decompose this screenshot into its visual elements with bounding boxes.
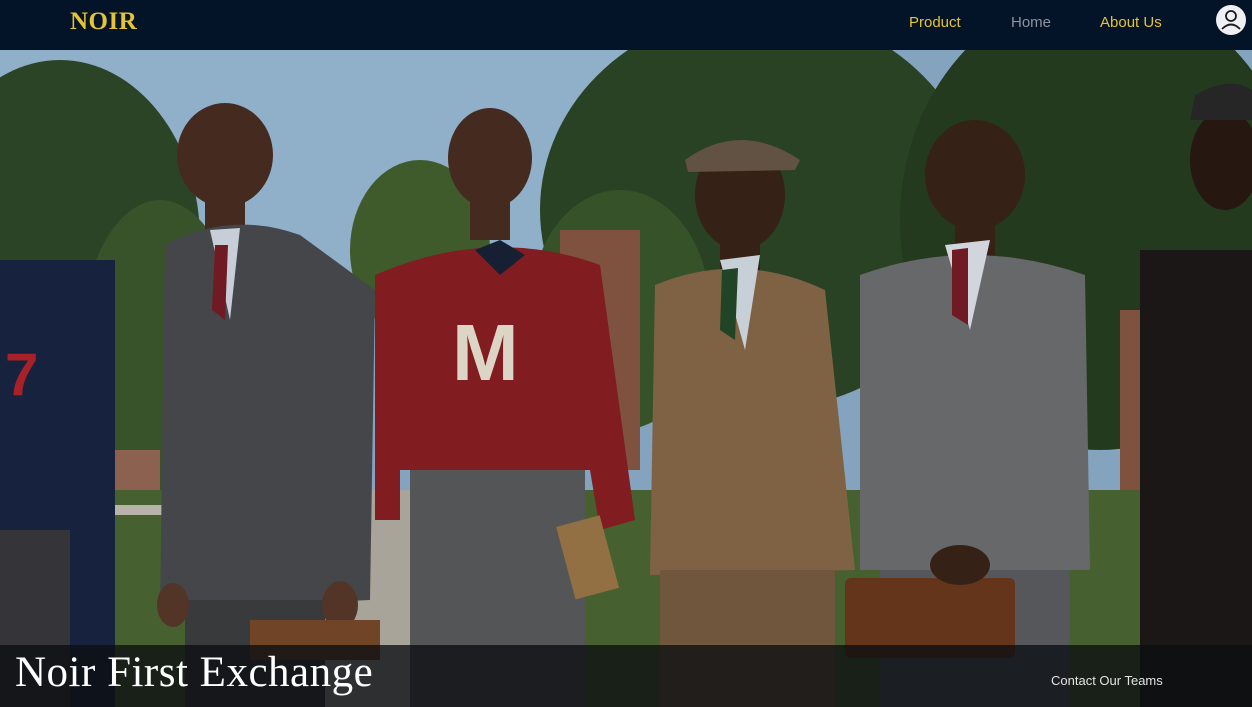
nav-link-product[interactable]: Product	[909, 14, 961, 31]
nav-link-about-us[interactable]: About Us	[1100, 14, 1162, 31]
top-navbar: NOIR Product Home About Us	[0, 0, 1252, 50]
hero-title: Noir First Exchange	[15, 649, 374, 696]
nav-link-home[interactable]: Home	[1011, 14, 1051, 31]
hero-banner: 7 M	[0, 50, 1252, 707]
user-avatar-icon[interactable]	[1216, 5, 1246, 35]
brand-logo[interactable]: NOIR	[70, 8, 137, 36]
contact-our-teams-link[interactable]: Contact Our Teams	[1051, 673, 1163, 688]
hero-photo: 7 M	[0, 50, 1252, 707]
